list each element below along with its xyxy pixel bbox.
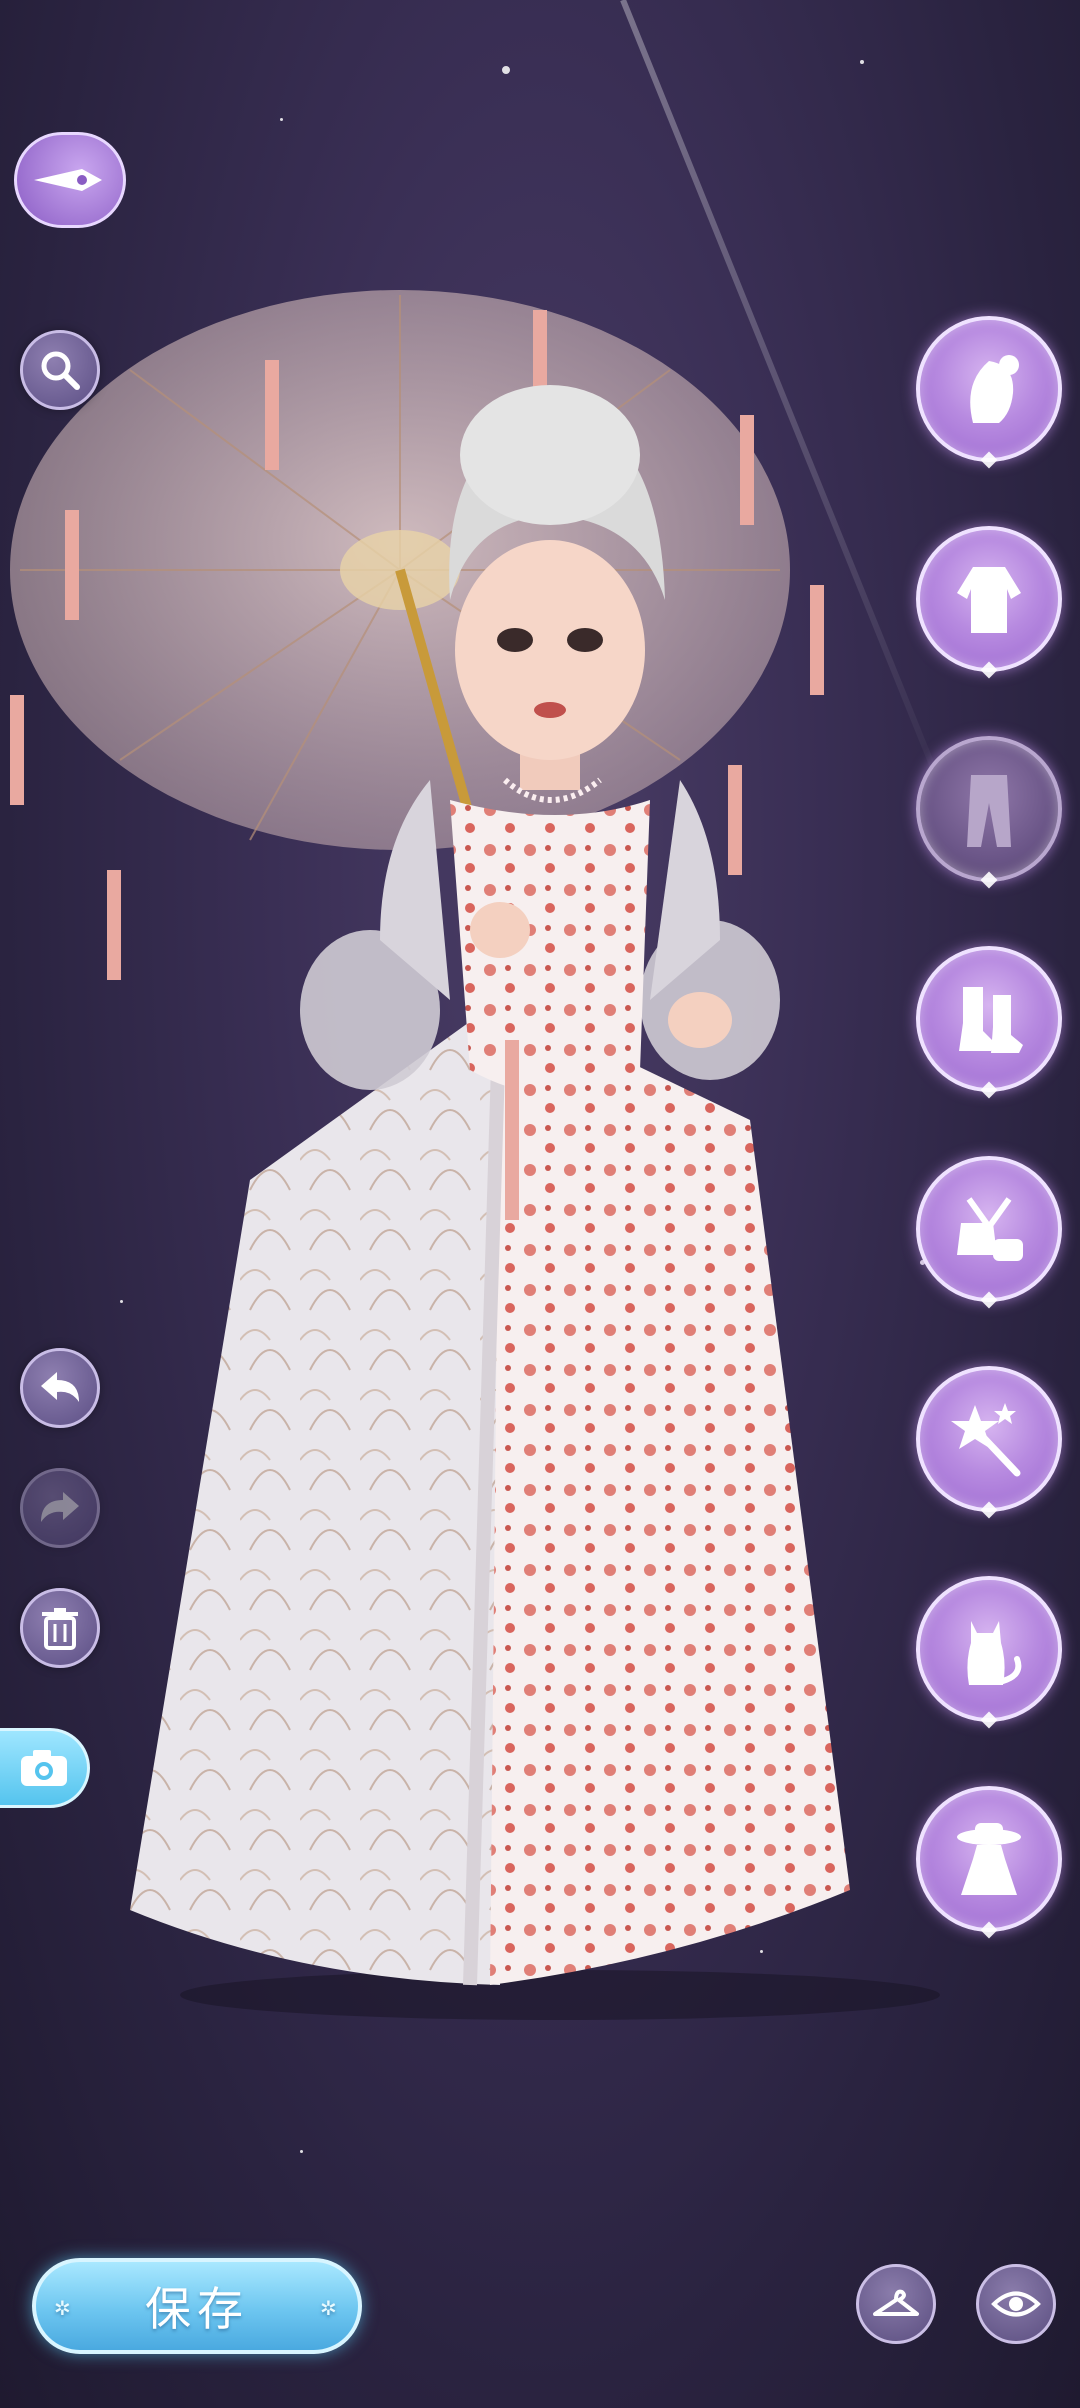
redo-button[interactable] bbox=[20, 1468, 100, 1548]
camera-icon bbox=[20, 1750, 67, 1786]
star bbox=[280, 118, 283, 121]
category-shoes[interactable] bbox=[916, 946, 1062, 1099]
eye-icon bbox=[991, 2291, 1041, 2317]
star bbox=[502, 66, 510, 74]
necklace-bag-icon bbox=[957, 1197, 1023, 1261]
category-hair[interactable] bbox=[916, 316, 1062, 469]
save-button[interactable]: ✲ 保存 ✲ bbox=[32, 2258, 362, 2354]
category-tops[interactable] bbox=[916, 526, 1062, 679]
blouse-icon bbox=[957, 567, 1021, 633]
magnifier-icon bbox=[41, 351, 80, 390]
fountain-pen-icon bbox=[34, 169, 102, 191]
category-bottoms[interactable] bbox=[916, 736, 1062, 889]
category-outfit[interactable] bbox=[916, 1786, 1062, 1939]
fountain-pen-button[interactable] bbox=[14, 132, 126, 228]
star bbox=[860, 60, 864, 64]
camera-button[interactable] bbox=[0, 1728, 90, 1808]
hanger-icon bbox=[873, 2289, 919, 2316]
pants-icon bbox=[967, 775, 1011, 847]
star-deco-icon: ✲ bbox=[54, 2296, 77, 2320]
undo-arrow-icon bbox=[41, 1372, 79, 1402]
hair-silhouette-icon bbox=[970, 355, 1019, 423]
star-deco-icon: ✲ bbox=[320, 2296, 343, 2320]
category-accessories[interactable] bbox=[916, 1156, 1062, 1309]
game-stage bbox=[0, 0, 1080, 2408]
preview-button[interactable] bbox=[976, 2264, 1056, 2344]
undo-button[interactable] bbox=[20, 1348, 100, 1428]
magic-wand-icon bbox=[951, 1403, 1021, 1477]
hat-dress-icon bbox=[957, 1823, 1021, 1895]
category-pets[interactable] bbox=[916, 1576, 1062, 1729]
character-avatar[interactable] bbox=[0, 240, 1080, 2020]
search-button[interactable] bbox=[20, 330, 100, 410]
trash-icon bbox=[42, 1608, 78, 1650]
star bbox=[300, 2150, 303, 2153]
save-label: 保存 bbox=[145, 2282, 249, 2336]
wardrobe-button[interactable] bbox=[856, 2264, 936, 2344]
category-effects[interactable] bbox=[916, 1366, 1062, 1519]
delete-button[interactable] bbox=[20, 1588, 100, 1668]
boots-icon bbox=[959, 987, 1023, 1053]
redo-arrow-icon bbox=[41, 1492, 79, 1522]
cat-icon bbox=[967, 1621, 1022, 1685]
